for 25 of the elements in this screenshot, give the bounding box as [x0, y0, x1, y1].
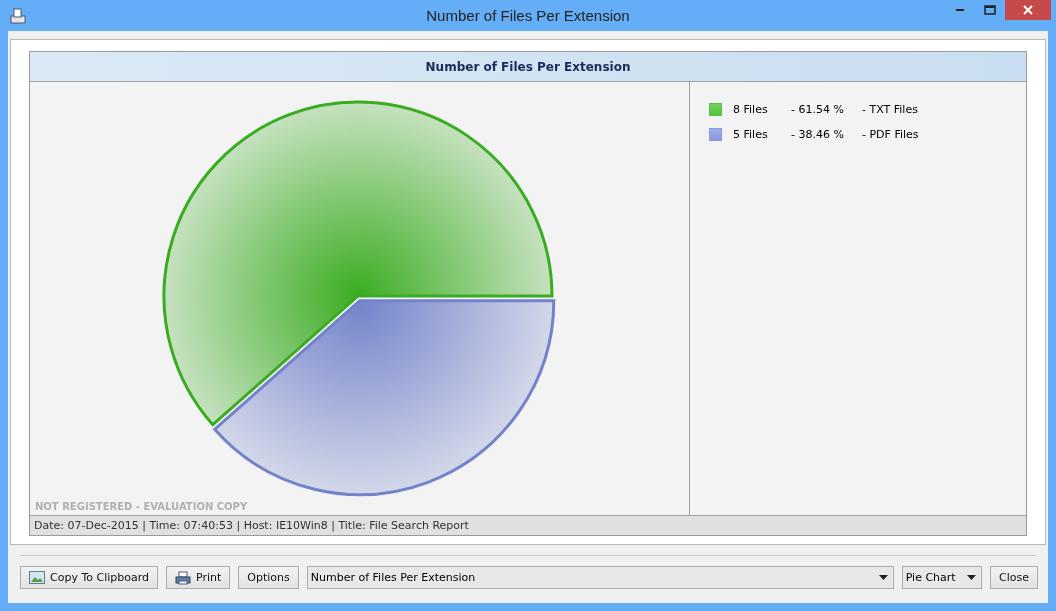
window-title: Number of Files Per Extension [426, 7, 630, 24]
report-title: Number of Files Per Extension [30, 52, 1026, 82]
options-button[interactable]: Options [238, 566, 299, 589]
chart-type-dropdown[interactable]: Pie Chart [901, 566, 983, 589]
close-button[interactable] [1005, 0, 1051, 20]
caret-icon [878, 575, 888, 580]
printer-icon [9, 7, 27, 24]
caret-icon [967, 575, 977, 580]
minimize-icon [956, 9, 964, 11]
legend-label: - PDF Files [862, 128, 919, 141]
copy-button[interactable]: Copy To Clipboard [20, 566, 159, 589]
legend-percent: - 61.54 % [791, 103, 845, 116]
legend-count: 8 Files [733, 103, 769, 116]
close-icon [1023, 5, 1033, 15]
legend-label: - TXT Files [862, 103, 918, 116]
legend-percent: - 38.46 % [791, 128, 845, 141]
report-dropdown[interactable]: Number of Files Per Extension [306, 566, 894, 589]
legend-count: 5 Files [733, 128, 769, 141]
printer-icon [175, 570, 192, 585]
print-button[interactable]: Print [166, 566, 231, 589]
maximize-icon [984, 5, 996, 15]
picture-icon [29, 571, 45, 584]
evaluation-notice: NOT REGISTERED - EVALUATION COPY [35, 501, 248, 512]
report-status: Date: 07-Dec-2015 | Time: 07:40:53 | Host: IE10Win8 | Title: File Search Report [30, 515, 1026, 535]
close-dialog-button[interactable]: Close [990, 566, 1038, 589]
